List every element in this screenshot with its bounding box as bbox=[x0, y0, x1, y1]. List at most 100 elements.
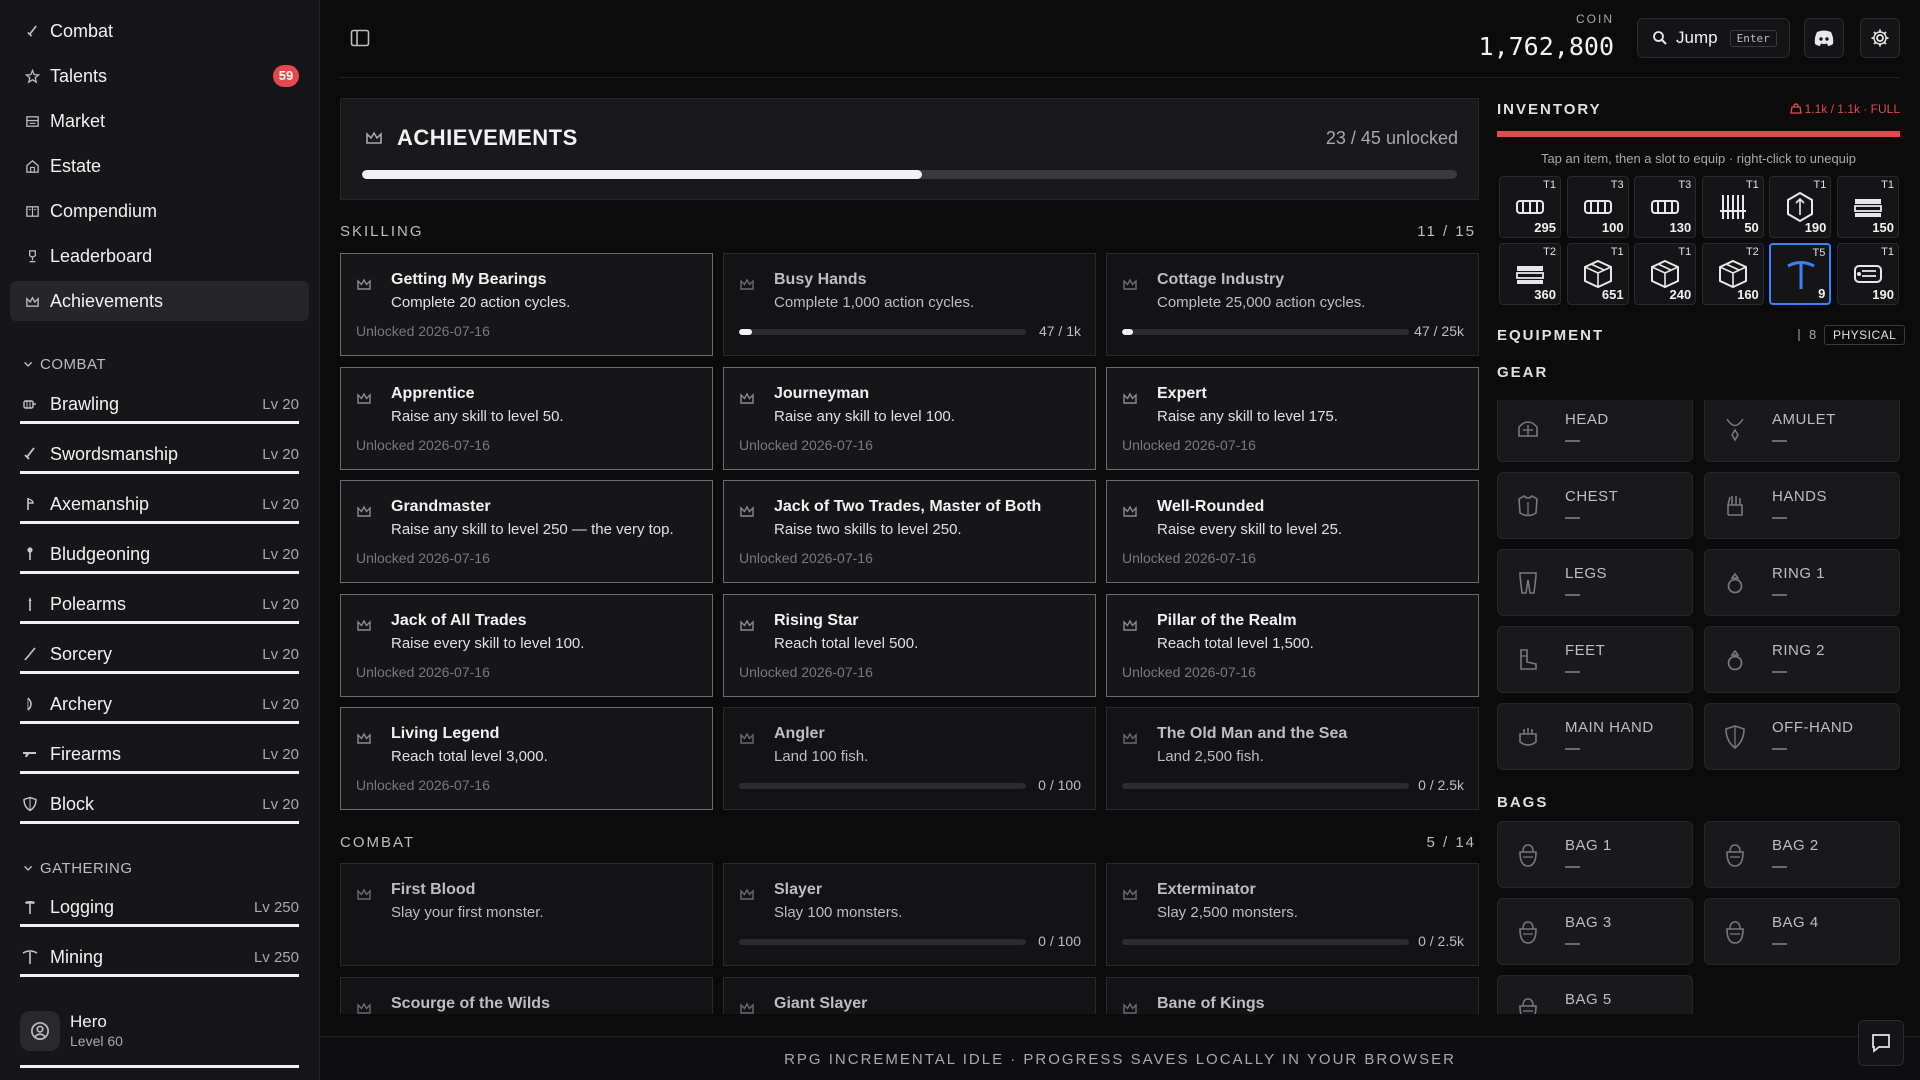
inventory-slot[interactable]: T1 295 bbox=[1499, 176, 1561, 238]
achievement-card[interactable]: Giant Slayer bbox=[723, 976, 1096, 1014]
section-header-combat[interactable]: COMBAT bbox=[22, 356, 106, 373]
inventory-slot[interactable]: T1 190 bbox=[1769, 176, 1832, 238]
skill-firearms[interactable]: Firearms Lv 20 bbox=[20, 737, 299, 777]
bag-slot-5[interactable]: BAG 5 bbox=[1497, 975, 1693, 1014]
gear-slot-ring-1[interactable]: RING 1 — bbox=[1704, 549, 1900, 616]
inventory-slot[interactable]: T3 130 bbox=[1634, 176, 1697, 238]
achievement-card[interactable]: Scourge of the Wilds bbox=[340, 976, 713, 1014]
scroll-icon bbox=[1852, 258, 1884, 290]
hatchet-icon bbox=[22, 899, 38, 915]
inventory-slot[interactable]: T2 160 bbox=[1701, 243, 1764, 305]
gear-slot-main-hand[interactable]: MAIN HAND — bbox=[1497, 703, 1693, 770]
achievement-card[interactable]: Rising Star Reach total level 500. Unlocke… bbox=[723, 593, 1096, 697]
achievement-card[interactable]: Getting My Bearings Complete 20 action cy… bbox=[340, 253, 713, 356]
skill-swordsmanship[interactable]: Swordsmanship Lv 20 bbox=[20, 437, 299, 477]
sidebar-item-estate[interactable]: Estate bbox=[10, 146, 309, 186]
skill-polearms[interactable]: Polearms Lv 20 bbox=[20, 587, 299, 627]
achievement-card[interactable]: The Old Man and the Sea Land 2,500 fish. 0… bbox=[1106, 707, 1479, 810]
achievement-card[interactable]: Grandmaster Raise any skill to level 250 … bbox=[340, 480, 713, 583]
achievement-description: Complete 25,000 action cycles. bbox=[1157, 294, 1366, 311]
slot-value: — bbox=[1565, 432, 1580, 449]
bag-slot-4[interactable]: BAG 4 — bbox=[1704, 898, 1900, 965]
inventory-slot[interactable]: T1 240 bbox=[1634, 243, 1697, 305]
skill-xp-bar bbox=[20, 821, 299, 824]
settings-button[interactable] bbox=[1860, 18, 1900, 58]
achievement-card[interactable]: Angler Land 100 fish. 0 / 100 bbox=[723, 707, 1096, 810]
gear-slot-ring-2[interactable]: RING 2 — bbox=[1704, 626, 1900, 693]
slot-label: BAG 5 bbox=[1565, 991, 1612, 1008]
achievement-card[interactable]: First Blood Slay your first monster. bbox=[340, 863, 713, 966]
gear-slot-off-hand[interactable]: OFF-HAND — bbox=[1704, 703, 1900, 770]
skill-level: Lv 20 bbox=[262, 645, 299, 663]
skill-brawling[interactable]: Brawling Lv 20 bbox=[20, 387, 299, 427]
skill-name: Polearms bbox=[50, 593, 127, 614]
achievement-card[interactable]: Pillar of the Realm Reach total level 1,5… bbox=[1106, 593, 1479, 697]
achievement-card[interactable]: Cottage Industry Complete 25,000 action c… bbox=[1106, 253, 1479, 356]
inventory-slot[interactable]: T3 100 bbox=[1566, 176, 1629, 238]
inventory-slot[interactable]: T5 9 bbox=[1769, 243, 1832, 305]
achievement-progress-bar bbox=[739, 783, 1026, 789]
skill-xp-bar bbox=[20, 571, 299, 574]
achievement-card[interactable]: Expert Raise any skill to level 175. Unloc… bbox=[1106, 366, 1479, 470]
item-tier: T1 bbox=[1610, 246, 1624, 258]
sidebar-item-combat[interactable]: Combat bbox=[10, 11, 309, 51]
skill-mining[interactable]: Mining Lv 250 bbox=[20, 940, 299, 980]
achievement-card[interactable]: Apprentice Raise any skill to level 50. Un… bbox=[340, 366, 713, 470]
gear-slot-head[interactable]: HEAD — bbox=[1497, 400, 1693, 462]
inventory-slot[interactable]: T2 360 bbox=[1499, 243, 1561, 305]
achievement-title: Getting My Bearings bbox=[391, 271, 547, 288]
discord-button[interactable] bbox=[1804, 18, 1844, 58]
sidebar-item-talents[interactable]: Talents 59 bbox=[10, 56, 309, 96]
gear-slot-amulet[interactable]: AMULET — bbox=[1704, 400, 1900, 462]
bag-slot-2[interactable]: BAG 2 — bbox=[1704, 821, 1900, 888]
inventory-slot[interactable]: T1 190 bbox=[1837, 243, 1899, 305]
gear-slot-hands[interactable]: HANDS — bbox=[1704, 472, 1900, 539]
gear-slot-feet[interactable]: FEET — bbox=[1497, 626, 1693, 693]
chat-button[interactable] bbox=[1858, 1020, 1904, 1066]
achievement-card[interactable]: Slayer Slay 100 monsters. 0 / 100 bbox=[723, 863, 1096, 966]
achievement-title: Jack of Two Trades, Master of Both bbox=[774, 498, 1042, 515]
sidebar-item-achievements[interactable]: Achievements bbox=[10, 281, 309, 321]
sidebar-toggle-button[interactable] bbox=[349, 27, 371, 49]
achievement-card[interactable]: Bane of Kings bbox=[1106, 976, 1479, 1014]
inventory-slot[interactable]: T1 50 bbox=[1701, 176, 1764, 238]
section-header-gathering[interactable]: GATHERING bbox=[22, 860, 133, 877]
achievement-card[interactable]: Living Legend Reach total level 3,000. Unl… bbox=[340, 707, 713, 810]
bag-slot-3[interactable]: BAG 3 — bbox=[1497, 898, 1693, 965]
sidebar-item-compendium[interactable]: Compendium bbox=[10, 191, 309, 231]
inventory-slot[interactable]: T1 150 bbox=[1837, 176, 1899, 238]
bag-slot-1[interactable]: BAG 1 — bbox=[1497, 821, 1693, 888]
hero-profile[interactable]: Hero Level 60 bbox=[20, 1005, 299, 1071]
gear-slot-legs[interactable]: LEGS — bbox=[1497, 549, 1693, 616]
achievements-list[interactable]: Getting My Bearings Complete 20 action cy… bbox=[340, 240, 1479, 1014]
skill-archery[interactable]: Archery Lv 20 bbox=[20, 687, 299, 727]
sidebar: Combat Talents 59 Market Estate Compendium Lea… bbox=[0, 0, 320, 1080]
achievement-unlock-date: Unlocked 2026-07-16 bbox=[356, 777, 490, 793]
skill-bludgeoning[interactable]: Bludgeoning Lv 20 bbox=[20, 537, 299, 577]
achievement-card[interactable]: Exterminator Slay 2,500 monsters. 0 / 2.5k bbox=[1106, 863, 1479, 966]
sidebar-item-market[interactable]: Market bbox=[10, 101, 309, 141]
achievement-card[interactable]: Jack of All Trades Raise every skill to l… bbox=[340, 593, 713, 697]
achievement-unlock-date: Unlocked 2026-07-16 bbox=[1122, 436, 1256, 453]
jump-shortcut: Enter bbox=[1729, 29, 1777, 47]
item-tier: T1 bbox=[1678, 246, 1692, 258]
achievement-title: Living Legend bbox=[391, 725, 500, 742]
footer: RPG INCREMENTAL IDLE · PROGRESS SAVES LO… bbox=[320, 1036, 1920, 1080]
skill-sorcery[interactable]: Sorcery Lv 20 bbox=[20, 637, 299, 677]
achievements-progress-fill bbox=[362, 170, 922, 179]
achievement-card[interactable]: Well-Rounded Raise every skill to level 2… bbox=[1106, 480, 1479, 583]
slot-value: — bbox=[1565, 586, 1580, 603]
item-tier: T5 bbox=[1812, 247, 1826, 259]
inventory-slot[interactable]: T1 651 bbox=[1566, 243, 1629, 305]
achievement-card[interactable]: Jack of Two Trades, Master of Both Raise … bbox=[723, 480, 1096, 583]
achievement-card[interactable]: Journeyman Raise any skill to level 100. U… bbox=[723, 366, 1096, 470]
achievement-description: Raise any skill to level 100. bbox=[774, 407, 955, 425]
gear-slot-chest[interactable]: CHEST — bbox=[1497, 472, 1693, 539]
skill-block[interactable]: Block Lv 20 bbox=[20, 787, 299, 827]
sidebar-item-leaderboard[interactable]: Leaderboard bbox=[10, 236, 309, 276]
jump-button[interactable]: Jump Enter bbox=[1637, 18, 1790, 58]
skill-logging[interactable]: Logging Lv 250 bbox=[20, 890, 299, 930]
section-label-skilling: SKILLING bbox=[340, 223, 424, 240]
achievement-card[interactable]: Busy Hands Complete 1,000 action cycles. 4… bbox=[723, 253, 1096, 356]
skill-axemanship[interactable]: Axemanship Lv 20 bbox=[20, 487, 299, 527]
